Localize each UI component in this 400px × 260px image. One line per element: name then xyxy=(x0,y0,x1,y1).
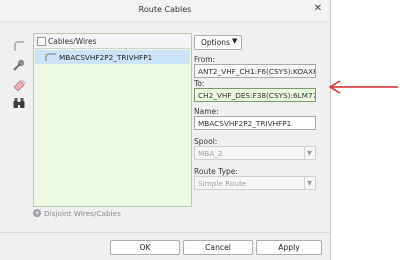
options-label: Options xyxy=(201,38,230,47)
footer-divider xyxy=(0,232,330,233)
chevron-down-icon: ▼ xyxy=(307,149,312,157)
spool-dropdown[interactable]: ▼ xyxy=(304,147,315,159)
route-type-value: Simple Route xyxy=(198,178,247,188)
route-type-select[interactable]: Simple Route ▼ xyxy=(194,176,316,190)
from-label: From: xyxy=(194,55,216,64)
cables-list[interactable]: Cables/Wires MBACSVHF2P2_TRIVHFP1 xyxy=(33,33,192,207)
disjoint-wires-label: Disjoint Wires/Cables xyxy=(44,209,121,218)
list-item-label: MBACSVHF2P2_TRIVHFP1 xyxy=(59,53,153,62)
cable-spool-icon[interactable] xyxy=(10,57,28,73)
route-type-label: Route Type: xyxy=(194,167,238,176)
chevron-down-icon: ▼ xyxy=(307,179,312,187)
to-label: To: xyxy=(194,79,205,88)
name-value: MBACSVHF2P2_TRIVHFP1 xyxy=(198,118,292,128)
spool-select[interactable]: MBA_2 ▼ xyxy=(194,146,316,160)
title-bar: Route Cables ✕ xyxy=(0,0,330,22)
expand-icon[interactable]: + xyxy=(33,209,41,217)
apply-button[interactable]: Apply xyxy=(256,240,322,255)
annotation-arrow-icon xyxy=(328,80,398,94)
wire-icon xyxy=(45,53,57,64)
route-type-dropdown[interactable]: ▼ xyxy=(304,177,315,189)
ok-button[interactable]: OK xyxy=(110,240,180,255)
close-icon[interactable]: ✕ xyxy=(312,3,324,15)
spool-value: MBA_2 xyxy=(198,148,223,158)
cables-list-header-label: Cables/Wires xyxy=(48,37,97,46)
to-value: CH2_VHF_DES:F38(CSYS):6LM77_0400 xyxy=(198,90,315,100)
dialog-title: Route Cables xyxy=(138,5,192,14)
route-cables-dialog: Route Cables ✕ Cables/Wires MBACSVHF2P2_… xyxy=(0,0,331,260)
cables-list-header: Cables/Wires xyxy=(34,34,191,49)
options-button[interactable]: Options ▼ xyxy=(194,35,242,50)
binoculars-icon[interactable] xyxy=(10,95,28,111)
from-field[interactable]: ANT2_VHF_CH1:F6(CSYS):KOAXKONEKT xyxy=(194,64,316,78)
cancel-button[interactable]: Cancel xyxy=(183,240,253,255)
spool-label: Spool: xyxy=(194,137,218,146)
from-value: ANT2_VHF_CH1:F6(CSYS):KOAXKONEKT xyxy=(198,66,315,76)
eraser-icon[interactable] xyxy=(10,76,28,92)
name-label: Name: xyxy=(194,107,219,116)
name-input[interactable]: MBACSVHF2P2_TRIVHFP1 xyxy=(194,116,316,130)
to-field[interactable]: CH2_VHF_DES:F38(CSYS):6LM77_0400 xyxy=(194,88,316,102)
list-item[interactable]: MBACSVHF2P2_TRIVHFP1 xyxy=(35,50,190,64)
route-tool-icon[interactable] xyxy=(10,38,28,54)
chevron-down-icon: ▼ xyxy=(232,37,238,45)
select-all-checkbox[interactable] xyxy=(37,37,46,46)
